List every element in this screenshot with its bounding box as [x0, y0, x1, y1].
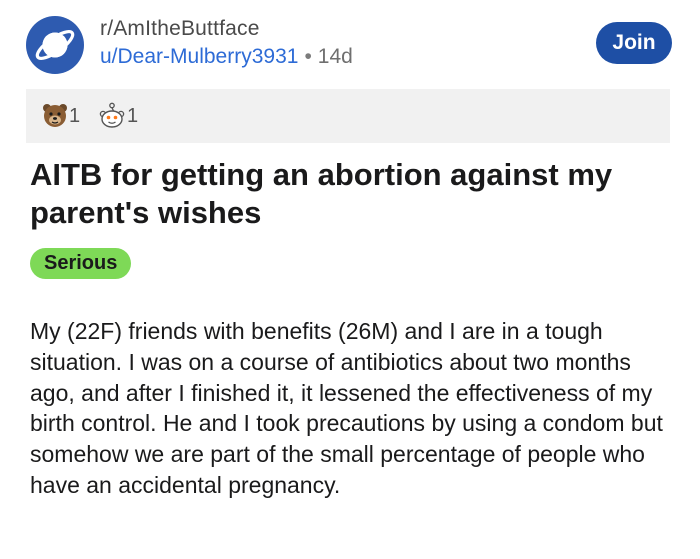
award-item[interactable]: 1 — [98, 102, 138, 130]
award-item[interactable]: 1 — [42, 102, 80, 130]
post-age: 14d — [317, 45, 353, 68]
post-body: My (22F) friends with benefits (26M) and… — [30, 318, 663, 498]
subreddit-avatar[interactable] — [26, 16, 84, 74]
planet-icon — [35, 30, 75, 60]
author-line: u/Dear-Mulberry3931 • 14d — [100, 43, 353, 71]
wholesome-award-icon — [99, 102, 125, 128]
meta-separator: • — [304, 45, 312, 68]
award-count: 1 — [127, 104, 139, 127]
award-count: 1 — [69, 104, 81, 127]
bear-award-icon — [43, 104, 67, 127]
subreddit-name[interactable]: r/AmItheButtface — [100, 16, 353, 42]
post-meta: r/AmItheButtface u/Dear-Mulberry3931 • 14d — [100, 16, 353, 71]
awards-bar[interactable]: 1 1 — [26, 89, 670, 143]
author-username[interactable]: u/Dear-Mulberry3931 — [100, 45, 298, 68]
post-flair[interactable]: Serious — [30, 248, 132, 279]
post-title[interactable]: AITB for getting an abortion against my … — [30, 156, 670, 232]
post-header: r/AmItheButtface u/Dear-Mulberry3931 • 14d… — [26, 14, 676, 76]
join-button[interactable]: Join — [596, 22, 672, 64]
